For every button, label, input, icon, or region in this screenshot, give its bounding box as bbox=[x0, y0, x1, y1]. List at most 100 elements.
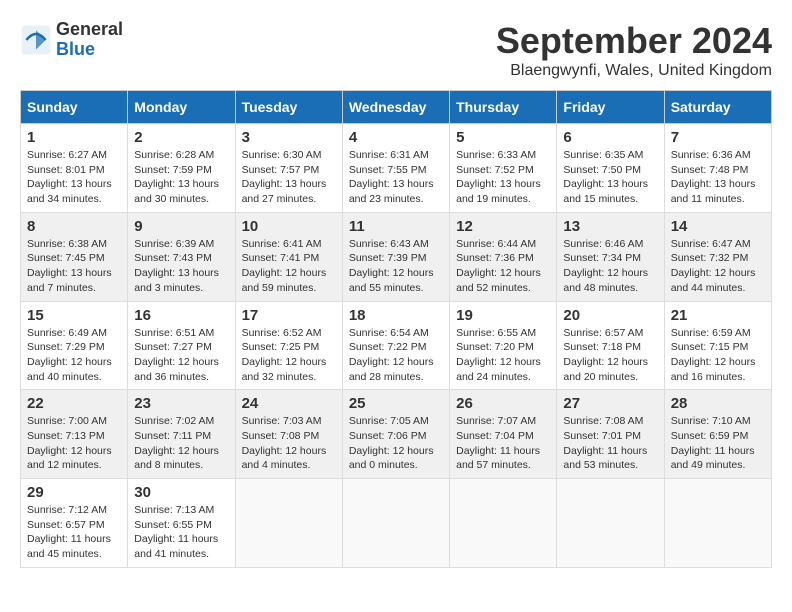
day-number: 30 bbox=[134, 484, 228, 501]
day-info: Sunrise: 6:51 AMSunset: 7:27 PMDaylight:… bbox=[134, 326, 228, 385]
day-info: Sunrise: 7:08 AMSunset: 7:01 PMDaylight:… bbox=[563, 414, 657, 473]
calendar-cell: 26 Sunrise: 7:07 AMSunset: 7:04 PMDayligh… bbox=[450, 390, 557, 479]
calendar-cell: 17 Sunrise: 6:52 AMSunset: 7:25 PMDayligh… bbox=[235, 301, 342, 390]
logo-blue: Blue bbox=[56, 39, 95, 59]
day-number: 3 bbox=[242, 129, 336, 146]
day-info: Sunrise: 6:46 AMSunset: 7:34 PMDaylight:… bbox=[563, 237, 657, 296]
day-number: 20 bbox=[563, 307, 657, 324]
day-info: Sunrise: 7:02 AMSunset: 7:11 PMDaylight:… bbox=[134, 414, 228, 473]
calendar-cell: 28Sunrise: 7:10 AMSunset: 6:59 PMDayligh… bbox=[664, 390, 771, 479]
header-friday: Friday bbox=[557, 91, 664, 124]
day-number: 11 bbox=[349, 218, 443, 235]
logo: General Blue bbox=[20, 20, 123, 60]
day-number: 5 bbox=[456, 129, 550, 146]
day-number: 17 bbox=[242, 307, 336, 324]
header-sunday: Sunday bbox=[21, 91, 128, 124]
calendar-cell: 29 Sunrise: 7:12 AMSunset: 6:57 PMDayligh… bbox=[21, 479, 128, 568]
logo-general: General bbox=[56, 19, 123, 39]
calendar-cell: 13Sunrise: 6:46 AMSunset: 7:34 PMDayligh… bbox=[557, 212, 664, 301]
calendar-cell: 19 Sunrise: 6:55 AMSunset: 7:20 PMDayligh… bbox=[450, 301, 557, 390]
calendar-week-row: 29 Sunrise: 7:12 AMSunset: 6:57 PMDayligh… bbox=[21, 479, 772, 568]
calendar-cell: 11Sunrise: 6:43 AMSunset: 7:39 PMDayligh… bbox=[342, 212, 449, 301]
day-info: Sunrise: 6:49 AMSunset: 7:29 PMDaylight:… bbox=[27, 326, 121, 385]
days-of-week-row: Sunday Monday Tuesday Wednesday Thursday… bbox=[21, 91, 772, 124]
calendar-cell: 27 Sunrise: 7:08 AMSunset: 7:01 PMDayligh… bbox=[557, 390, 664, 479]
title-block: September 2024 Blaengwynfi, Wales, Unite… bbox=[496, 20, 772, 80]
calendar-cell bbox=[664, 479, 771, 568]
day-info: Sunrise: 6:31 AMSunset: 7:55 PMDaylight:… bbox=[349, 148, 443, 207]
day-number: 12 bbox=[456, 218, 550, 235]
calendar-week-row: 22 Sunrise: 7:00 AMSunset: 7:13 PMDayligh… bbox=[21, 390, 772, 479]
calendar-cell: 4 Sunrise: 6:31 AMSunset: 7:55 PMDaylight… bbox=[342, 124, 449, 213]
calendar-cell: 16 Sunrise: 6:51 AMSunset: 7:27 PMDayligh… bbox=[128, 301, 235, 390]
day-number: 19 bbox=[456, 307, 550, 324]
day-number: 16 bbox=[134, 307, 228, 324]
calendar-week-row: 1Sunrise: 6:27 AMSunset: 8:01 PMDaylight… bbox=[21, 124, 772, 213]
calendar-cell: 23Sunrise: 7:02 AMSunset: 7:11 PMDayligh… bbox=[128, 390, 235, 479]
calendar-week-row: 15 Sunrise: 6:49 AMSunset: 7:29 PMDayligh… bbox=[21, 301, 772, 390]
calendar-cell: 9 Sunrise: 6:39 AMSunset: 7:43 PMDaylight… bbox=[128, 212, 235, 301]
calendar-cell: 14 Sunrise: 6:47 AMSunset: 7:32 PMDayligh… bbox=[664, 212, 771, 301]
calendar-cell: 6 Sunrise: 6:35 AMSunset: 7:50 PMDaylight… bbox=[557, 124, 664, 213]
day-number: 21 bbox=[671, 307, 765, 324]
day-number: 4 bbox=[349, 129, 443, 146]
day-info: Sunrise: 7:12 AMSunset: 6:57 PMDaylight:… bbox=[27, 503, 121, 562]
day-info: Sunrise: 6:52 AMSunset: 7:25 PMDaylight:… bbox=[242, 326, 336, 385]
calendar-cell: 18Sunrise: 6:54 AMSunset: 7:22 PMDayligh… bbox=[342, 301, 449, 390]
header-wednesday: Wednesday bbox=[342, 91, 449, 124]
day-info: Sunrise: 6:57 AMSunset: 7:18 PMDaylight:… bbox=[563, 326, 657, 385]
day-info: Sunrise: 6:55 AMSunset: 7:20 PMDaylight:… bbox=[456, 326, 550, 385]
calendar-cell bbox=[450, 479, 557, 568]
day-info: Sunrise: 6:27 AMSunset: 8:01 PMDaylight:… bbox=[27, 148, 121, 207]
day-info: Sunrise: 6:39 AMSunset: 7:43 PMDaylight:… bbox=[134, 237, 228, 296]
calendar-cell: 22 Sunrise: 7:00 AMSunset: 7:13 PMDayligh… bbox=[21, 390, 128, 479]
header-tuesday: Tuesday bbox=[235, 91, 342, 124]
day-info: Sunrise: 6:28 AMSunset: 7:59 PMDaylight:… bbox=[134, 148, 228, 207]
day-info: Sunrise: 6:44 AMSunset: 7:36 PMDaylight:… bbox=[456, 237, 550, 296]
day-number: 27 bbox=[563, 395, 657, 412]
day-info: Sunrise: 6:47 AMSunset: 7:32 PMDaylight:… bbox=[671, 237, 765, 296]
day-number: 8 bbox=[27, 218, 121, 235]
calendar-cell: 8 Sunrise: 6:38 AMSunset: 7:45 PMDaylight… bbox=[21, 212, 128, 301]
day-number: 15 bbox=[27, 307, 121, 324]
day-number: 6 bbox=[563, 129, 657, 146]
day-number: 10 bbox=[242, 218, 336, 235]
day-number: 24 bbox=[242, 395, 336, 412]
calendar-week-row: 8 Sunrise: 6:38 AMSunset: 7:45 PMDaylight… bbox=[21, 212, 772, 301]
day-info: Sunrise: 6:41 AMSunset: 7:41 PMDaylight:… bbox=[242, 237, 336, 296]
day-number: 2 bbox=[134, 129, 228, 146]
day-info: Sunrise: 6:59 AMSunset: 7:15 PMDaylight:… bbox=[671, 326, 765, 385]
location: Blaengwynfi, Wales, United Kingdom bbox=[496, 62, 772, 80]
day-info: Sunrise: 7:10 AMSunset: 6:59 PMDaylight:… bbox=[671, 414, 765, 473]
day-info: Sunrise: 6:35 AMSunset: 7:50 PMDaylight:… bbox=[563, 148, 657, 207]
calendar-cell: 12 Sunrise: 6:44 AMSunset: 7:36 PMDayligh… bbox=[450, 212, 557, 301]
day-number: 26 bbox=[456, 395, 550, 412]
calendar-cell: 25Sunrise: 7:05 AMSunset: 7:06 PMDayligh… bbox=[342, 390, 449, 479]
day-info: Sunrise: 7:00 AMSunset: 7:13 PMDaylight:… bbox=[27, 414, 121, 473]
calendar-body: 1Sunrise: 6:27 AMSunset: 8:01 PMDaylight… bbox=[21, 124, 772, 568]
calendar-cell: 7Sunrise: 6:36 AMSunset: 7:48 PMDaylight… bbox=[664, 124, 771, 213]
calendar-cell: 2 Sunrise: 6:28 AMSunset: 7:59 PMDaylight… bbox=[128, 124, 235, 213]
day-info: Sunrise: 6:36 AMSunset: 7:48 PMDaylight:… bbox=[671, 148, 765, 207]
header-thursday: Thursday bbox=[450, 91, 557, 124]
day-info: Sunrise: 7:13 AMSunset: 6:55 PMDaylight:… bbox=[134, 503, 228, 562]
calendar-header: Sunday Monday Tuesday Wednesday Thursday… bbox=[21, 91, 772, 124]
calendar-table: Sunday Monday Tuesday Wednesday Thursday… bbox=[20, 90, 772, 568]
day-number: 29 bbox=[27, 484, 121, 501]
generalblue-logo-icon bbox=[20, 24, 52, 56]
page-header: General Blue September 2024 Blaengwynfi,… bbox=[20, 20, 772, 80]
day-number: 14 bbox=[671, 218, 765, 235]
day-info: Sunrise: 7:05 AMSunset: 7:06 PMDaylight:… bbox=[349, 414, 443, 473]
calendar-cell: 30 Sunrise: 7:13 AMSunset: 6:55 PMDayligh… bbox=[128, 479, 235, 568]
day-info: Sunrise: 6:38 AMSunset: 7:45 PMDaylight:… bbox=[27, 237, 121, 296]
day-number: 22 bbox=[27, 395, 121, 412]
header-saturday: Saturday bbox=[664, 91, 771, 124]
calendar-cell: 24Sunrise: 7:03 AMSunset: 7:08 PMDayligh… bbox=[235, 390, 342, 479]
day-info: Sunrise: 7:07 AMSunset: 7:04 PMDaylight:… bbox=[456, 414, 550, 473]
calendar-cell bbox=[235, 479, 342, 568]
day-info: Sunrise: 6:33 AMSunset: 7:52 PMDaylight:… bbox=[456, 148, 550, 207]
calendar-cell: 15 Sunrise: 6:49 AMSunset: 7:29 PMDayligh… bbox=[21, 301, 128, 390]
day-number: 9 bbox=[134, 218, 228, 235]
calendar-cell: 5 Sunrise: 6:33 AMSunset: 7:52 PMDaylight… bbox=[450, 124, 557, 213]
day-info: Sunrise: 6:54 AMSunset: 7:22 PMDaylight:… bbox=[349, 326, 443, 385]
